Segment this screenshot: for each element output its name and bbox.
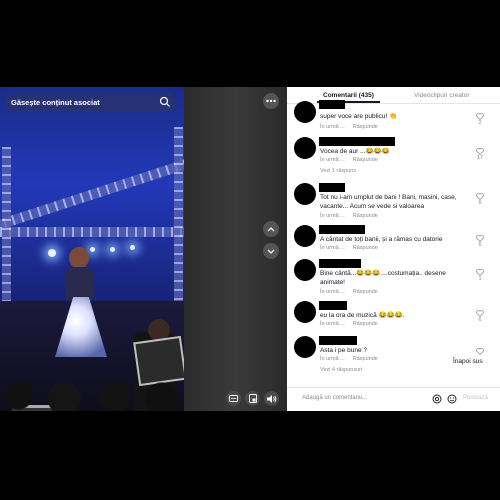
like-button[interactable]: 1 [474,269,486,282]
comment-text: Bine cântă...😂😂😂....costumația.. desene … [320,270,446,286]
heart-icon [476,269,484,276]
comment-text: Vocea de aur ...😂😂😂 [320,148,390,155]
video-player[interactable] [0,87,184,411]
reply-button[interactable]: Răspunde [353,321,378,327]
search-placeholder: Găsește conținut asociat [11,98,100,107]
mention-icon[interactable] [432,394,442,404]
stage-light [130,245,135,250]
like-count: 1 [478,276,482,282]
heart-icon [476,310,484,317]
volume-icon[interactable] [264,391,279,406]
heart-icon [476,113,484,120]
avatar[interactable] [294,183,316,205]
floating-player-icon[interactable] [245,391,260,406]
comment-text: eu la ora de muzică 😂😂😂. [320,312,405,319]
stage-light [110,247,115,252]
avatar[interactable] [294,259,316,281]
back-to-top-button[interactable]: Înapoi sus [453,358,483,365]
stage-truss [0,153,184,231]
comment-text: Tot nu i-am umplut de bani ! Bani, masin… [320,194,457,210]
reply-button[interactable]: Răspunde [353,124,378,130]
comment-meta: În urmă ... Răspunde [320,245,386,251]
like-button[interactable] [474,348,486,355]
comment-meta: În urmă ... Răspunde [320,213,386,219]
comment-time: În urmă ... [320,321,345,327]
like-button[interactable]: 2 [474,113,486,126]
stage-light [90,247,95,252]
redacted-username [319,137,395,146]
like-button[interactable]: 6 [474,235,486,248]
stage-light [48,249,56,257]
heart-icon [476,193,484,200]
avatar[interactable] [294,336,316,358]
comments-panel: Comentarii (435) Videoclipuri creator su… [287,87,500,411]
comment-meta: În urmă ... Răspunde [320,321,386,327]
view-replies[interactable]: Vezi 4 răspunsuri [320,367,362,373]
comment-time: În urmă ... [320,157,345,163]
comment-time: În urmă ... [320,356,345,362]
add-comment-bar: Adaugă un comentariu... Postează [287,387,500,412]
chevron-up-icon[interactable] [263,221,279,237]
avatar[interactable] [294,101,316,123]
comment-meta: În urmă ... Răspunde [320,289,386,295]
more-icon[interactable] [263,93,279,109]
comment-meta: În urmă ... Răspunde [320,124,386,130]
comment-meta: În urmă ... Răspunde [320,356,386,362]
tab-creator-videos[interactable]: Videoclipuri creator [414,92,470,99]
singer [65,267,93,301]
related-content-search[interactable]: Găsește conținut asociat [5,93,177,112]
singer [69,247,89,269]
like-count: 6 [478,200,482,206]
avatar[interactable] [294,301,316,323]
redacted-username [319,336,357,345]
tab-comments[interactable]: Comentarii (435) [317,92,380,103]
like-count: 17 [476,155,484,161]
avatar[interactable] [294,137,316,159]
comment-text: Asta i pe bune ? [320,347,367,354]
redacted-username [319,100,345,109]
comment-time: În urmă ... [320,289,345,295]
redacted-username [319,183,345,192]
redacted-username [319,259,361,268]
redacted-username [319,225,365,234]
comment-text: super voce are publicu! 👏 [320,113,398,120]
like-count: 6 [478,242,482,248]
heart-icon [476,235,484,242]
heart-icon [476,348,484,355]
reply-button[interactable]: Răspunde [353,213,378,219]
heart-icon [476,148,484,155]
like-button[interactable]: 17 [474,148,486,161]
view-replies[interactable]: Vezi 1 răspuns [320,168,356,174]
like-button[interactable]: 6 [474,193,486,206]
reply-button[interactable]: Răspunde [353,245,378,251]
like-button[interactable]: 6 [474,310,486,323]
redacted-username [319,301,347,310]
comment-time: În urmă ... [320,245,345,251]
chevron-down-icon[interactable] [263,243,279,259]
search-icon[interactable] [159,96,171,108]
comment-time: În urmă ... [320,213,345,219]
reply-button[interactable]: Răspunde [353,289,378,295]
comment-text: A cântat de toți banii, și a rămas cu da… [320,236,443,243]
audience [0,371,184,411]
avatar[interactable] [294,225,316,247]
like-count: 6 [478,317,482,323]
reply-button[interactable]: Răspunde [353,356,378,362]
comment-time: În urmă ... [320,124,345,130]
captions-icon[interactable] [226,391,241,406]
stage-truss [0,227,184,237]
comment-meta: În urmă ... Răspunde [320,157,386,163]
post-button[interactable]: Postează [463,395,488,401]
reply-button[interactable]: Răspunde [353,157,378,163]
like-count: 2 [478,120,482,126]
add-comment-input[interactable]: Adaugă un comentariu... [302,395,367,401]
emoji-icon[interactable] [447,394,457,404]
